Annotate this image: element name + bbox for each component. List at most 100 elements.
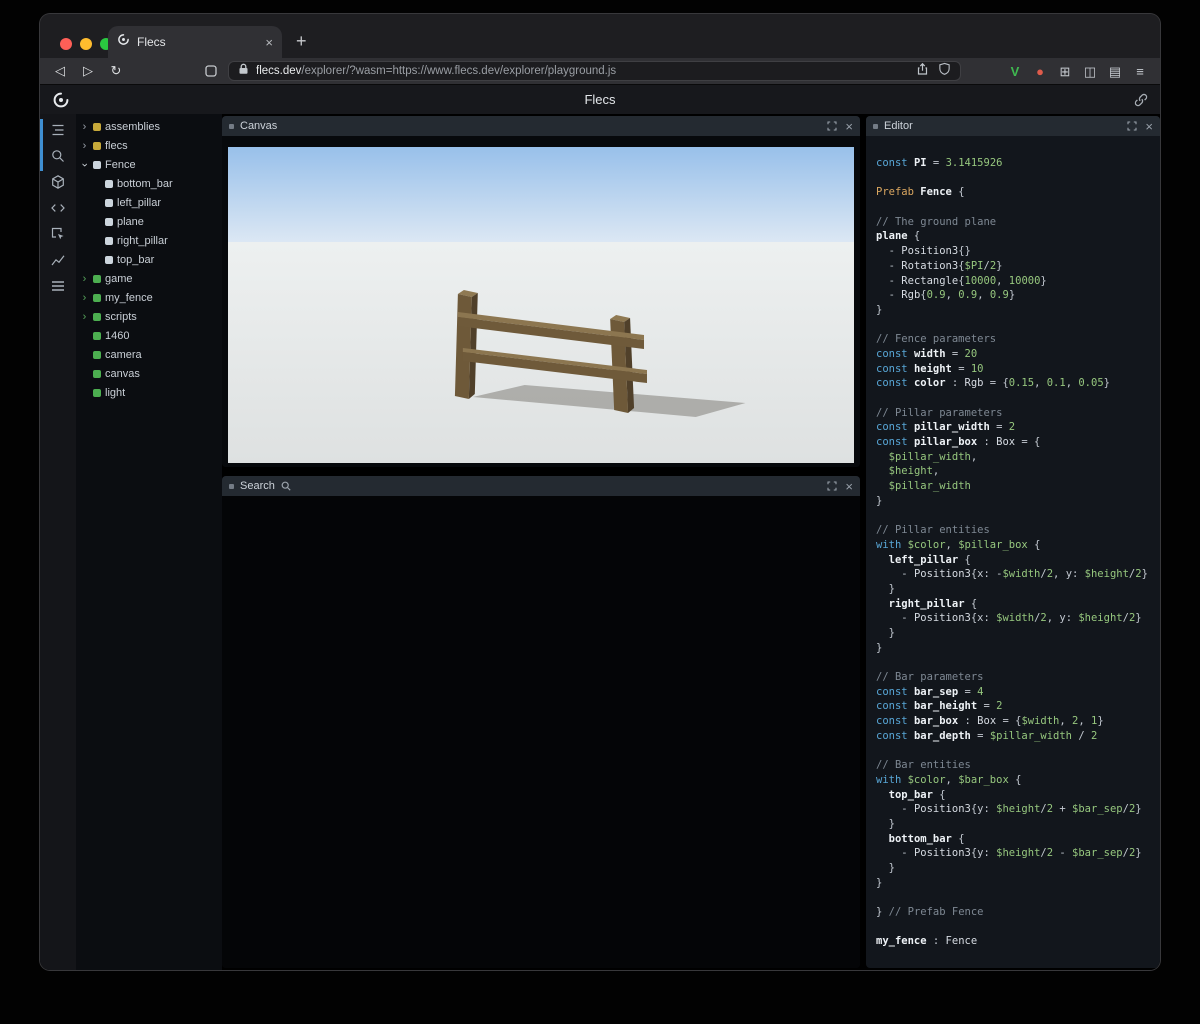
code-line: // Bar parameters — [876, 670, 1156, 685]
code-line: top_bar { — [876, 788, 1156, 803]
close-panel-icon[interactable]: × — [1145, 120, 1153, 133]
search-icon[interactable] — [40, 143, 76, 169]
tree-item-right_pillar[interactable]: right_pillar — [80, 231, 222, 250]
tree-collapsed-arrow-icon[interactable]: › — [80, 292, 89, 304]
expand-panel-icon[interactable] — [827, 121, 837, 131]
code-line: right_pillar { — [876, 597, 1156, 612]
tree-item-canvas[interactable]: canvas — [80, 364, 222, 383]
inspect-icon[interactable] — [40, 221, 76, 247]
code-line: } — [876, 817, 1156, 832]
entity-type-icon — [93, 370, 101, 378]
sidebar-toggle-icon[interactable]: ◫ — [1082, 65, 1098, 78]
tab-strip: Flecs × + — [40, 14, 1160, 58]
code-line: } — [876, 303, 1156, 318]
tree-collapsed-arrow-icon[interactable]: › — [80, 121, 89, 133]
tree-item-1460[interactable]: 1460 — [80, 326, 222, 345]
close-window-button[interactable] — [60, 38, 72, 50]
tree-item-left_pillar[interactable]: left_pillar — [80, 193, 222, 212]
tree-expanded-arrow-icon[interactable]: › — [79, 160, 91, 169]
code-line: left_pillar { — [876, 553, 1156, 568]
expand-panel-icon[interactable] — [1127, 121, 1137, 131]
menu-icon[interactable]: ≡ — [1132, 65, 1148, 78]
address-bar[interactable]: flecs.dev/explorer/?wasm=https://www.fle… — [228, 61, 961, 81]
entity-type-icon — [93, 389, 101, 397]
tree-item-assemblies[interactable]: ›assemblies — [80, 117, 222, 136]
entity-label: game — [105, 273, 133, 285]
code-area[interactable]: const PI = 3.1415926 Prefab Fence { // T… — [866, 136, 1160, 968]
bookmark-sidebar-icon[interactable] — [204, 64, 218, 78]
flecs-logo-icon — [52, 91, 70, 109]
code-line: const bar_box : Box = {$width, 2, 1} — [876, 714, 1156, 729]
share-icon[interactable] — [916, 62, 929, 81]
code-line: } // Prefab Fence — [876, 905, 1156, 920]
minimize-window-button[interactable] — [80, 38, 92, 50]
code-line: - Position3{x: $width/2, y: $height/2} — [876, 611, 1156, 626]
entity-tree-icon[interactable] — [40, 117, 76, 143]
code-line — [876, 171, 1156, 186]
search-panel-body[interactable] — [222, 496, 860, 968]
entity-type-icon — [105, 256, 113, 264]
browser-tab-flecs[interactable]: Flecs × — [108, 26, 282, 58]
code-line: - Position3{y: $height/2 - $bar_sep/2} — [876, 846, 1156, 861]
tree-item-top_bar[interactable]: top_bar — [80, 250, 222, 269]
forward-icon[interactable]: ▷ — [80, 63, 96, 79]
code-line: $height, — [876, 464, 1156, 479]
entity-type-icon — [93, 275, 101, 283]
code-line: my_fence : Fence — [876, 934, 1156, 949]
tree-collapsed-arrow-icon[interactable]: › — [80, 273, 89, 285]
entities-box-icon[interactable] — [40, 169, 76, 195]
code-line: - Rgb{0.9, 0.9, 0.9} — [876, 288, 1156, 303]
code-line: const bar_depth = $pillar_width / 2 — [876, 729, 1156, 744]
code-line: $pillar_width — [876, 479, 1156, 494]
v-extension-icon[interactable]: V — [1007, 65, 1023, 78]
canvas-panel-title: Canvas — [240, 120, 277, 132]
search-mini-icon — [281, 481, 291, 491]
entity-type-icon — [93, 313, 101, 321]
tree-item-game[interactable]: › game — [80, 269, 222, 288]
code-editor-icon[interactable] — [40, 195, 76, 221]
tree-item-camera[interactable]: camera — [80, 345, 222, 364]
tree-item-my_fence[interactable]: ›my_fence — [80, 288, 222, 307]
code-line — [876, 890, 1156, 905]
tree-item-scripts[interactable]: ›scripts — [80, 307, 222, 326]
statistics-icon[interactable] — [40, 247, 76, 273]
code-line: - Position3{} — [876, 244, 1156, 259]
share-link-icon[interactable] — [1134, 93, 1148, 107]
expand-panel-icon[interactable] — [827, 481, 837, 491]
tree-item-bottom_bar[interactable]: bottom_bar — [80, 174, 222, 193]
code-line: // Bar entities — [876, 758, 1156, 773]
shield-icon[interactable] — [938, 62, 951, 81]
entity-label: flecs — [105, 140, 128, 152]
rail-active-indicator — [40, 119, 43, 171]
entity-label: top_bar — [117, 254, 154, 266]
back-icon[interactable]: ◁ — [52, 63, 68, 79]
code-line: // Fence parameters — [876, 332, 1156, 347]
fence-3d-viewport[interactable] — [228, 147, 854, 463]
tree-item-flecs[interactable]: › flecs — [80, 136, 222, 155]
record-extension-icon[interactable]: ● — [1032, 65, 1048, 78]
extensions-puzzle-icon[interactable]: ⊞ — [1057, 65, 1073, 78]
code-line — [876, 655, 1156, 670]
tree-item-Fence[interactable]: ›Fence — [80, 155, 222, 174]
entity-label: plane — [117, 216, 144, 228]
reload-icon[interactable]: ↻ — [108, 63, 124, 79]
tab-close-icon[interactable]: × — [265, 36, 273, 49]
panel-drag-dot — [229, 484, 234, 489]
close-panel-icon[interactable]: × — [845, 480, 853, 493]
entity-label: bottom_bar — [117, 178, 173, 190]
icon-rail — [40, 114, 76, 970]
tree-collapsed-arrow-icon[interactable]: › — [80, 311, 89, 323]
code-line: // The ground plane — [876, 215, 1156, 230]
code-line: const pillar_width = 2 — [876, 420, 1156, 435]
wallet-icon[interactable]: ▤ — [1107, 65, 1123, 78]
tree-collapsed-arrow-icon[interactable]: › — [80, 140, 89, 152]
tree-item-plane[interactable]: plane — [80, 212, 222, 231]
queries-icon[interactable] — [40, 273, 76, 299]
code-line: // Pillar parameters — [876, 406, 1156, 421]
close-panel-icon[interactable]: × — [845, 120, 853, 133]
flecs-favicon-icon — [117, 33, 130, 51]
center-column: Canvas × — [222, 114, 866, 970]
new-tab-button[interactable]: + — [296, 31, 307, 52]
entity-type-icon — [105, 180, 113, 188]
tree-item-light[interactable]: light — [80, 383, 222, 402]
